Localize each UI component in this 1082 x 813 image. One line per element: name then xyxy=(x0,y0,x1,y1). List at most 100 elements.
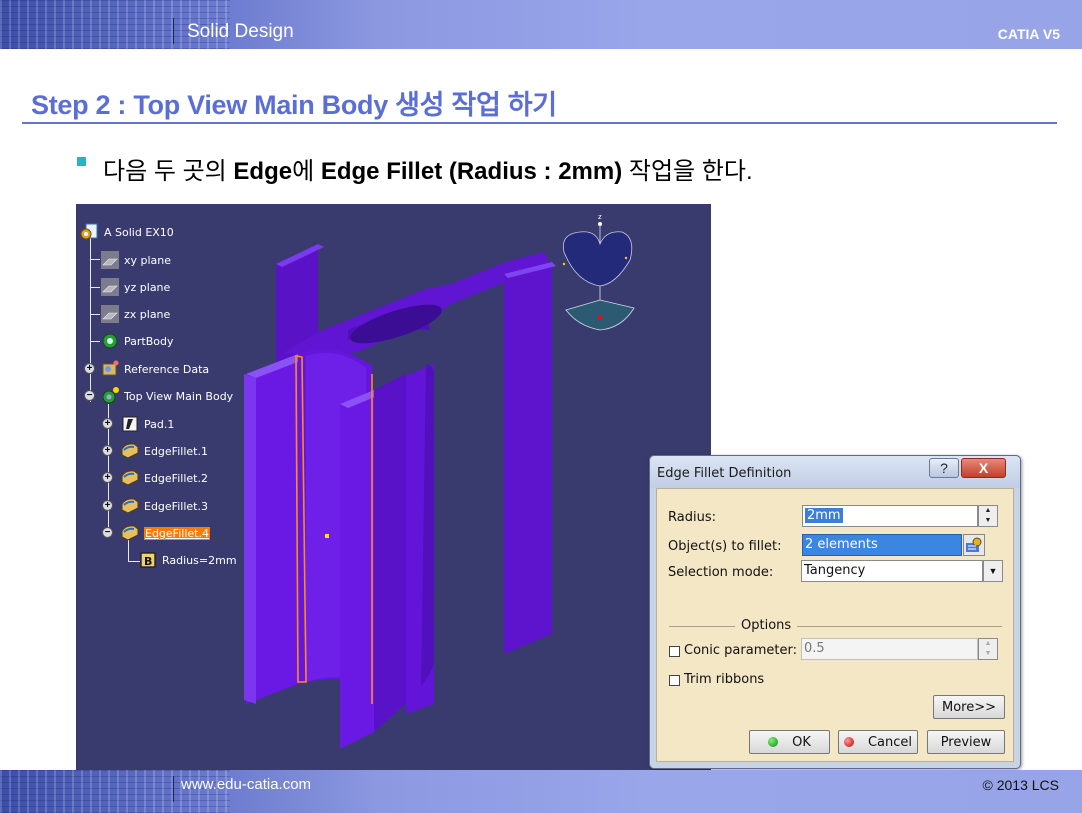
tree-item-zx-plane[interactable]: zx plane xyxy=(100,304,170,324)
spin-down-icon[interactable]: ▼ xyxy=(979,516,997,526)
tree-item-label: yz plane xyxy=(124,280,171,294)
cancel-button[interactable]: Cancel xyxy=(838,730,918,754)
tree-item-pad[interactable]: Pad.1 xyxy=(120,414,174,434)
tree-root[interactable]: A Solid EX10 xyxy=(80,222,174,242)
edge-fillet-dialog[interactable]: Edge Fillet Definition ? X Radius: 2mm ▲… xyxy=(649,455,1021,769)
spin-down-icon[interactable]: ▼ xyxy=(979,649,997,659)
instruction-edge: Edge xyxy=(233,158,293,185)
spin-up-icon[interactable]: ▲ xyxy=(979,639,997,649)
objects-label: Object(s) to fillet: xyxy=(668,539,782,554)
tree-connector xyxy=(90,314,100,315)
tree-item-label: EdgeFillet.3 xyxy=(144,499,208,513)
options-label: Options xyxy=(741,618,792,633)
tree-collapse-icon[interactable]: − xyxy=(84,390,95,401)
tree-item-edgefillet-2[interactable]: EdgeFillet.2 xyxy=(120,468,208,488)
edit-list-button[interactable] xyxy=(963,534,985,556)
specification-tree[interactable]: A Solid EX10 xy plane yz plane zx plane … xyxy=(76,204,316,584)
footer-url[interactable]: www.edu-catia.com xyxy=(181,776,311,793)
title-rule xyxy=(22,122,1057,124)
instruction-post: 작업을 한다. xyxy=(622,158,753,185)
header-band: Solid Design CATIA V5 xyxy=(0,0,1082,49)
bullet-icon xyxy=(77,157,86,166)
tree-item-xy-plane[interactable]: xy plane xyxy=(100,250,171,270)
tree-expand-icon[interactable]: + xyxy=(102,445,113,456)
tree-expand-icon[interactable]: + xyxy=(102,472,113,483)
edge-fillet-icon xyxy=(121,443,139,459)
trim-ribbons-label: Trim ribbons xyxy=(684,672,765,687)
options-divider xyxy=(797,626,1002,627)
tree-item-edgefillet-1[interactable]: EdgeFillet.1 xyxy=(120,441,208,461)
tree-collapse-icon[interactable]: − xyxy=(102,527,113,538)
close-button[interactable]: X xyxy=(961,458,1006,478)
dialog-title: Edge Fillet Definition xyxy=(657,466,792,481)
plane-icon xyxy=(101,251,119,269)
footer-separator xyxy=(173,776,174,802)
tree-item-label: Pad.1 xyxy=(144,417,175,431)
pad-icon xyxy=(122,416,138,432)
conic-parameter-label: Conic parameter: xyxy=(684,643,797,658)
ok-label: OK xyxy=(792,734,811,750)
radius-field[interactable]: 2mm xyxy=(802,505,978,527)
radius-spinner[interactable]: ▲ ▼ xyxy=(978,505,998,527)
compass-axis-label: z xyxy=(598,213,602,221)
tree-item-label: zx plane xyxy=(124,307,171,321)
header-brand: CATIA V5 xyxy=(997,26,1060,42)
tree-expand-icon[interactable]: + xyxy=(84,363,95,374)
more-button[interactable]: More>> xyxy=(933,695,1005,719)
body-gear-icon xyxy=(102,387,119,404)
tree-item-partbody[interactable]: PartBody xyxy=(100,331,173,351)
tree-item-label: xy plane xyxy=(124,253,172,267)
objects-field[interactable]: 2 elements xyxy=(802,534,962,556)
cad-viewport[interactable]: A Solid EX10 xy plane yz plane zx plane … xyxy=(76,204,711,771)
tree-connector xyxy=(90,287,100,288)
plane-icon xyxy=(101,305,119,323)
tree-connector xyxy=(90,236,91,402)
tree-item-label: Reference Data xyxy=(124,362,210,376)
spin-up-icon[interactable]: ▲ xyxy=(979,506,997,516)
chevron-down-icon[interactable]: ▼ xyxy=(983,560,1003,582)
instruction-pre: 다음 두 곳의 xyxy=(103,158,234,185)
tree-connector xyxy=(90,341,100,342)
header-title: Solid Design xyxy=(187,21,294,42)
tree-item-edgefillet-4[interactable]: EdgeFillet.4 xyxy=(120,523,210,543)
tree-root-label: A Solid EX10 xyxy=(104,225,174,239)
trim-ribbons-checkbox[interactable] xyxy=(669,675,680,686)
plane-icon xyxy=(101,278,119,296)
cancel-icon xyxy=(843,737,854,747)
step-title: Step 2 : Top View Main Body 생성 작업 하기 xyxy=(31,90,557,120)
options-divider xyxy=(669,626,735,627)
radius-value: 2mm xyxy=(805,508,843,523)
tree-item-radius[interactable]: B Radius=2mm xyxy=(138,550,237,570)
conic-parameter-field[interactable]: 0.5 xyxy=(801,638,978,660)
tree-item-label-selected: EdgeFillet.4 xyxy=(144,526,210,540)
radius-label: Radius: xyxy=(668,510,716,525)
parameter-icon: B xyxy=(140,552,156,568)
tree-expand-icon[interactable]: + xyxy=(102,500,113,511)
footer-band: www.edu-catia.com © 2013 LCS xyxy=(0,770,1082,813)
selection-mode-label: Selection mode: xyxy=(668,565,774,580)
tree-item-yz-plane[interactable]: yz plane xyxy=(100,277,170,297)
geometrical-set-icon xyxy=(102,360,119,376)
edge-fillet-icon xyxy=(121,470,139,486)
help-button[interactable]: ? xyxy=(929,458,959,478)
ok-button[interactable]: OK xyxy=(749,730,830,754)
instruction-text: 다음 두 곳의 Edge에 Edge Fillet (Radius : 2mm)… xyxy=(103,151,753,186)
tree-item-label: PartBody xyxy=(124,334,174,348)
preview-button[interactable]: Preview xyxy=(927,730,1005,754)
edit-list-icon xyxy=(966,537,982,552)
tree-expand-icon[interactable]: + xyxy=(102,418,113,429)
dialog-titlebar[interactable]: Edge Fillet Definition ? X xyxy=(650,456,1020,488)
conic-parameter-checkbox[interactable] xyxy=(669,646,680,657)
tree-item-top-view-main-body[interactable]: Top View Main Body xyxy=(100,386,233,406)
header-separator xyxy=(173,18,174,44)
conic-spinner[interactable]: ▲ ▼ xyxy=(978,638,998,660)
selection-mode-select[interactable]: Tangency xyxy=(801,560,983,582)
ok-icon xyxy=(768,737,779,747)
tree-item-label: EdgeFillet.2 xyxy=(144,471,208,485)
compass-icon[interactable]: z xyxy=(556,212,646,332)
tree-item-edgefillet-3[interactable]: EdgeFillet.3 xyxy=(120,496,208,516)
tree-item-reference-data[interactable]: Reference Data xyxy=(100,359,209,379)
tree-item-label: EdgeFillet.1 xyxy=(144,444,208,458)
edge-fillet-icon xyxy=(121,498,139,514)
edge-fillet-icon xyxy=(121,525,139,541)
